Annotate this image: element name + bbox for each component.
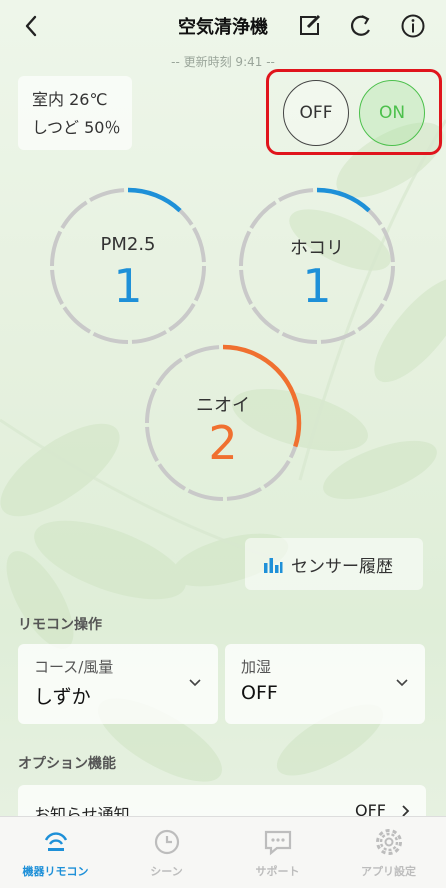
nav-label: サポート (255, 865, 300, 878)
control-label: 加湿 (241, 658, 272, 676)
gauge-odor: ニオイ 2 (143, 343, 303, 503)
course-airflow-select[interactable]: コース/風量 しずか (18, 644, 218, 724)
nav-label: シーン (150, 865, 183, 878)
nav-item-settings[interactable]: アプリ設定 (333, 817, 444, 888)
power-on-button[interactable]: ON (359, 80, 425, 146)
update-timestamp: -- 更新時刻 9:41 -- (171, 55, 275, 69)
back-icon[interactable] (18, 12, 46, 40)
nav-item-scene[interactable]: シーン (111, 817, 222, 888)
bottom-navigation: 機器リモコン シーン サポート アプリ設定 (0, 816, 446, 888)
nav-item-support[interactable]: サポート (222, 817, 333, 888)
chevron-down-icon (189, 679, 201, 687)
edit-icon[interactable] (294, 11, 324, 41)
info-icon[interactable] (398, 11, 428, 41)
control-label: コース/風量 (34, 658, 114, 676)
clock-icon (154, 829, 180, 855)
bar-chart-icon (264, 558, 283, 573)
page-title-wrap: 空気清浄機 (0, 13, 446, 39)
humidity: しつど 50％ (32, 118, 121, 137)
options-section-title: オプション機能 (18, 756, 116, 772)
gauge-label: PM2.5 (100, 234, 156, 255)
remote-icon (44, 832, 68, 851)
sensor-history-label: センサー履歴 (291, 556, 393, 577)
gauge-pm25: PM2.5 1 (48, 186, 208, 346)
gauge-label: ニオイ (196, 395, 250, 416)
room-temperature: 室内 26℃ (32, 90, 108, 109)
control-value: OFF (241, 682, 278, 704)
gear-icon (376, 829, 402, 855)
refresh-icon[interactable] (346, 11, 376, 41)
gauge-label: ホコリ (290, 238, 344, 259)
humidify-select[interactable]: 加湿 OFF (225, 644, 425, 724)
page-title: 空気清浄機 (178, 17, 268, 38)
gauge-value: 2 (208, 416, 238, 470)
nav-label: 機器リモコン (22, 865, 89, 878)
gauge-value: 1 (302, 259, 332, 313)
remote-section-title: リモコン操作 (18, 617, 102, 633)
power-off-button[interactable]: OFF (283, 80, 349, 146)
power-toggle-highlight: OFF ON (266, 69, 442, 155)
gauge-dust: ホコリ 1 (237, 186, 397, 346)
gauge-value: 1 (113, 259, 143, 313)
control-value: しずか (34, 686, 91, 708)
environment-card: 室内 26℃ しつど 50％ (18, 76, 132, 150)
nav-label: アプリ設定 (361, 865, 416, 878)
header: 空気清浄機 (0, 0, 446, 52)
chevron-down-icon (396, 679, 408, 687)
nav-item-remote[interactable]: 機器リモコン (0, 817, 111, 888)
chat-icon (264, 830, 292, 856)
sensor-history-button[interactable]: センサー履歴 (245, 538, 423, 590)
